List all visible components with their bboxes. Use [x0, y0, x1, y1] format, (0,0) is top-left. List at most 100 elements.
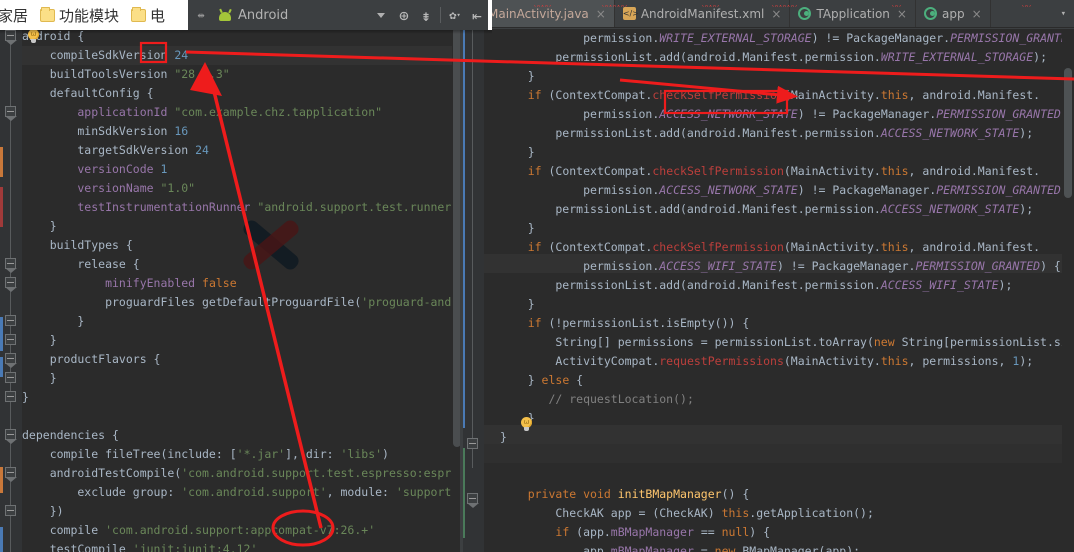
code-token: 'proguard-android.txt': [361, 295, 462, 309]
code-token: compile fileTree(include: [: [22, 447, 237, 461]
code-token: dependencies {: [22, 428, 119, 442]
right-scrollbar-track[interactable]: [1062, 28, 1074, 552]
fold-marker-androidtestcompile[interactable]: [5, 467, 17, 482]
code-line: String[] permissions = permissionList.to…: [500, 333, 1074, 352]
fold-marker-productflavors[interactable]: [5, 353, 17, 368]
right-editor-pane[interactable]: 〰〰 〰〰 〰〰〰 〰〰 〰〰〰 〰 〰 C MainActivity.java…: [462, 0, 1074, 552]
gutter-change-marker: [0, 147, 3, 177]
folder-icon: [40, 6, 56, 22]
left-editor-code[interactable]: android { compileSdkVersion 24 buildTool…: [22, 27, 462, 552]
code-token: this: [880, 240, 909, 254]
tab-close-icon[interactable]: ×: [771, 7, 781, 21]
code-token: permissionList.add(android.Manifest.perm…: [500, 278, 881, 292]
fold-marker-close-1[interactable]: [5, 315, 16, 326]
code-line: }: [500, 219, 1074, 238]
tab-close-icon[interactable]: ×: [596, 7, 606, 21]
fold-marker-defaultconfig[interactable]: [5, 106, 17, 121]
bookmark-item-modules[interactable]: 功能模块: [34, 5, 125, 26]
code-token: PERMISSION_GRANTED: [950, 31, 1074, 45]
left-editor-pane[interactable]: android { compileSdkVersion 24 buildTool…: [0, 27, 462, 552]
tool-window-header[interactable]: ⇹ Android ⊕ ⇟ ✿ ▾ ⇤: [188, 0, 488, 30]
code-token: }: [500, 221, 535, 235]
hide-panel-icon[interactable]: ⇤: [466, 4, 488, 26]
code-token: (app.: [569, 525, 611, 539]
code-token: new: [714, 544, 736, 552]
code-token: (!permissionList.isEmpty()) {: [541, 316, 750, 330]
fold-marker-close-2[interactable]: [5, 334, 16, 345]
tab-label: MainActivity.java: [488, 6, 589, 21]
code-token: 'junit:junit:4.12': [132, 542, 258, 552]
code-token: ACCESS_NETWORK_STATE: [659, 183, 798, 197]
tool-window-title-group[interactable]: Android: [214, 8, 377, 23]
intention-bulb-icon-right[interactable]: ω: [520, 417, 533, 432]
code-line: }: [500, 67, 1074, 86]
tool-window-drag-handle[interactable]: ⇹: [188, 0, 214, 30]
code-token: permission.: [500, 107, 660, 121]
code-token: proguardFiles getDefaultProguardFile(: [22, 295, 362, 309]
fold-marker-release[interactable]: [5, 277, 17, 292]
right-editor-gutter[interactable]: [462, 28, 484, 552]
code-token: ActivityCompat.: [500, 354, 660, 368]
code-token: ) != PackageManager.: [811, 31, 951, 45]
code-token: =: [693, 544, 715, 552]
right-scrollbar-thumb[interactable]: [1064, 68, 1072, 198]
code-line: }: [22, 388, 462, 407]
code-line: permissionList.add(android.Manifest.perm…: [500, 276, 1074, 295]
gutter-change-marker-2: [0, 467, 3, 493]
code-line: dependencies {: [22, 426, 462, 445]
code-token: ACCESS_NETWORK_STATE: [880, 202, 1020, 216]
code-token: applicationId: [22, 105, 175, 119]
code-line: ActivityCompat.requestPermissions(MainAc…: [500, 352, 1074, 371]
code-token: );: [1033, 50, 1047, 64]
fold-marker-method-end[interactable]: [467, 438, 478, 449]
code-token: WRITE_EXTERNAL_STORAGE: [880, 50, 1034, 64]
tool-window-chevron-down-icon[interactable]: [377, 12, 385, 18]
code-line: buildToolsVersion "28.0.3": [22, 65, 462, 84]
code-token: (ContextCompat.: [541, 240, 653, 254]
gutter-info-marker-3: [0, 527, 3, 552]
code-token: }: [22, 219, 57, 233]
code-token: );: [1019, 354, 1034, 368]
code-token: ) != PackageManager.: [776, 259, 916, 273]
fold-marker-buildtypes[interactable]: [5, 258, 17, 273]
code-token: {: [569, 373, 584, 387]
fold-marker-initbmapmanager[interactable]: [467, 493, 479, 508]
target-icon[interactable]: ⊕: [393, 4, 415, 26]
fold-marker-close-5[interactable]: [5, 505, 16, 516]
code-token: this: [880, 88, 909, 102]
code-line: permissionList.add(android.Manifest.perm…: [500, 200, 1074, 219]
code-token: this: [721, 506, 750, 520]
code-token: androidTestCompile(: [22, 466, 182, 480]
tab-close-icon[interactable]: ×: [972, 7, 982, 21]
code-token: buildToolsVersion: [22, 67, 175, 81]
code-token: requestPermissions: [659, 354, 784, 368]
code-token: , android.Manifest.: [908, 240, 1041, 254]
code-token: permission.: [500, 31, 660, 45]
code-token: , android.Manifest.: [908, 164, 1041, 178]
code-token: "28.0.3": [174, 67, 230, 81]
left-editor-gutter[interactable]: [0, 27, 22, 552]
code-token: null: [721, 525, 750, 539]
code-token: (MainActivity.: [783, 88, 881, 102]
fold-marker-close-3[interactable]: [5, 372, 16, 383]
code-token: (ContextCompat.: [541, 164, 653, 178]
fold-marker-close-4[interactable]: [5, 391, 16, 402]
settings-gear-icon[interactable]: ✿ ▾: [444, 4, 466, 26]
code-token: defaultConfig {: [22, 86, 154, 100]
tab-close-icon[interactable]: ×: [897, 7, 907, 21]
bookmark-item-home[interactable]: 家居: [0, 5, 34, 26]
right-editor-code[interactable]: permission. WRITE_EXTERNAL_STORAGE ) != Pa…: [500, 29, 1074, 552]
bookmark-item-electronics[interactable]: 电: [125, 5, 171, 26]
collapse-all-icon[interactable]: ⇟: [415, 4, 437, 26]
editor-splitter[interactable]: [460, 0, 463, 552]
code-token: if: [527, 164, 542, 178]
code-token: testCompile: [22, 542, 133, 552]
fold-marker-dependencies[interactable]: [5, 429, 17, 444]
code-token: BMapManager(app);: [735, 544, 861, 552]
code-token: if: [527, 240, 542, 254]
code-token: , android.Manifest.: [908, 88, 1041, 102]
code-token: productFlavors {: [22, 352, 161, 366]
